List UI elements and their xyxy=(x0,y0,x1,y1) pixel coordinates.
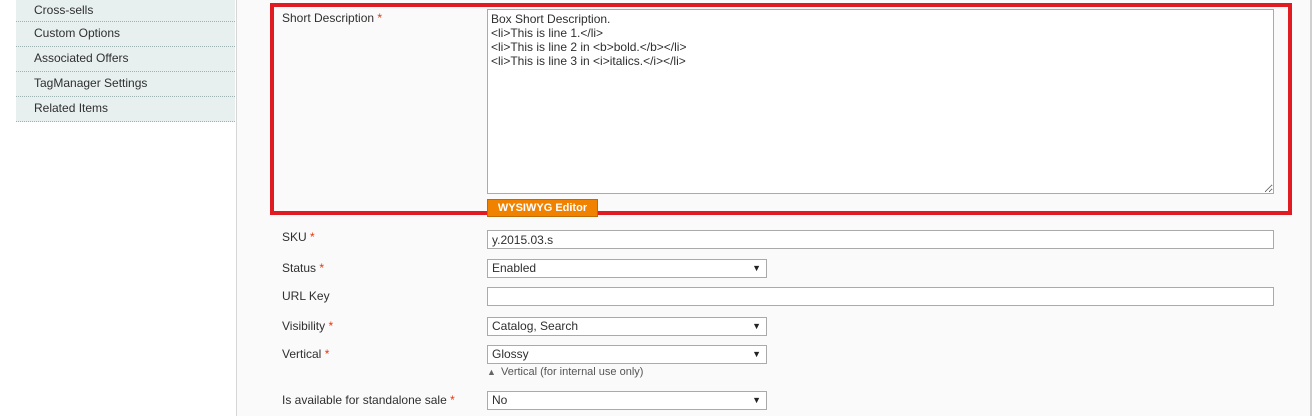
vertical-label-text: Vertical xyxy=(282,347,322,361)
sku-label-text: SKU xyxy=(282,230,307,244)
wysiwyg-editor-button[interactable]: WYSIWYG Editor xyxy=(487,199,598,217)
standalone-sale-select-value: No xyxy=(492,393,508,407)
url-key-input[interactable] xyxy=(487,287,1274,306)
sidebar-item-custom-options[interactable]: Custom Options xyxy=(16,22,235,47)
vertical-note: ▲ Vertical (for internal use only) xyxy=(487,366,643,378)
standalone-sale-label-text: Is available for standalone sale xyxy=(282,393,447,407)
required-mark: * xyxy=(310,230,315,244)
status-label-text: Status xyxy=(282,261,317,275)
triangle-up-icon: ▲ xyxy=(487,367,496,377)
chevron-down-icon: ▼ xyxy=(752,395,761,405)
product-tabs-sidebar: Cross-sells Custom Options Associated Of… xyxy=(16,0,235,122)
short-description-textarea[interactable]: Box Short Description. <li>This is line … xyxy=(487,9,1274,194)
standalone-sale-label: Is available for standalone sale * xyxy=(282,393,455,407)
visibility-select[interactable]: Catalog, Search ▼ xyxy=(487,317,767,336)
sku-label: SKU * xyxy=(282,230,315,244)
vertical-select[interactable]: Glossy ▼ xyxy=(487,345,767,364)
standalone-sale-select[interactable]: No ▼ xyxy=(487,391,767,410)
vertical-select-value: Glossy xyxy=(492,347,529,361)
sku-input[interactable] xyxy=(487,230,1274,249)
vertical-label: Vertical * xyxy=(282,347,329,361)
status-label: Status * xyxy=(282,261,324,275)
required-mark: * xyxy=(324,347,330,361)
required-mark: * xyxy=(377,11,383,25)
url-key-label: URL Key xyxy=(282,289,330,303)
short-description-label: Short Description * xyxy=(282,11,382,25)
visibility-label-text: Visibility xyxy=(282,319,326,333)
sidebar-item-tagmanager-settings[interactable]: TagManager Settings xyxy=(16,72,235,97)
sidebar-item-associated-offers[interactable]: Associated Offers xyxy=(16,47,235,72)
url-key-label-text: URL Key xyxy=(282,289,330,303)
status-select[interactable]: Enabled ▼ xyxy=(487,259,767,278)
chevron-down-icon: ▼ xyxy=(752,263,761,273)
chevron-down-icon: ▼ xyxy=(752,349,761,359)
required-mark: * xyxy=(328,319,334,333)
vertical-note-text: Vertical (for internal use only) xyxy=(500,366,644,378)
status-select-value: Enabled xyxy=(492,261,537,275)
short-description-label-text: Short Description xyxy=(282,11,375,25)
sidebar-item-related-items[interactable]: Related Items xyxy=(16,97,235,122)
required-mark: * xyxy=(319,261,325,275)
visibility-select-value: Catalog, Search xyxy=(492,319,579,333)
chevron-down-icon: ▼ xyxy=(752,321,761,331)
sidebar-item-cross-sells[interactable]: Cross-sells xyxy=(16,0,235,22)
visibility-label: Visibility * xyxy=(282,319,333,333)
required-mark: * xyxy=(450,393,455,407)
